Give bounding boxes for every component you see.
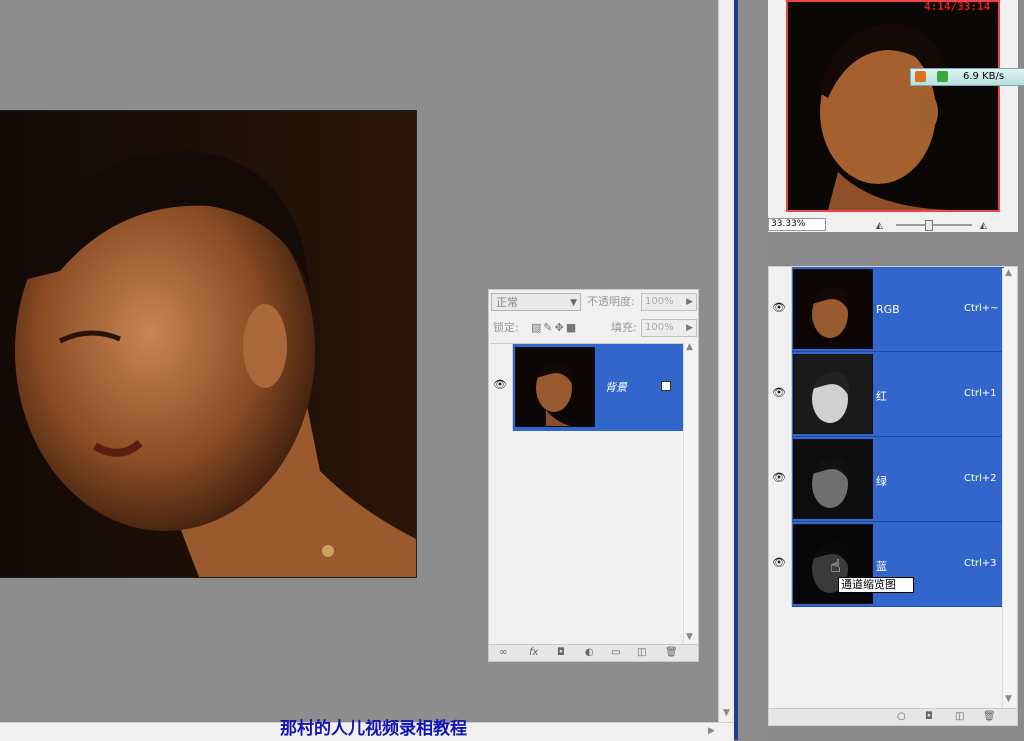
channel-row-red[interactable]: 👁 红 Ctrl+1 [769, 352, 1004, 437]
channel-shortcut: Ctrl+2 [964, 473, 997, 484]
navigator-preview[interactable] [786, 0, 1000, 212]
channel-visibility-toggle[interactable]: 👁 [769, 522, 792, 607]
scroll-right-icon[interactable]: ▶ [708, 726, 715, 736]
channel-visibility-toggle[interactable]: 👁 [769, 352, 792, 437]
tooltip: 通道缩览图 [838, 577, 914, 593]
channel-name: 红 [876, 390, 887, 403]
layer-visibility-toggle[interactable]: 👁 [490, 344, 513, 431]
channel-shortcut: Ctrl+~ [964, 303, 999, 314]
lock-label: 锁定: [493, 321, 519, 334]
fill-field[interactable]: 100% ▶ [641, 319, 697, 337]
channel-selected[interactable]: 绿 Ctrl+2 [792, 437, 1004, 522]
eye-icon[interactable]: 👁 [772, 471, 786, 484]
net-speed-widget: 6.9 KB/s [910, 68, 1024, 86]
layers-panel: 正常 ▼ 不透明度: 100% ▶ 锁定: ▧✎✥■ 填充: 100% ▶ 👁 背景 … [488, 289, 699, 662]
channel-name: 绿 [876, 475, 887, 488]
zoom-out-icon[interactable]: ◭ [876, 221, 883, 231]
zoom-field[interactable]: 33.33% [768, 218, 826, 231]
scroll-down-icon[interactable]: ▼ [1005, 694, 1012, 704]
opacity-label: 不透明度: [587, 295, 635, 308]
download-icon [937, 71, 948, 82]
lock-move-icon[interactable]: ✥ [555, 321, 566, 334]
zoom-in-icon[interactable]: ◭ [980, 221, 987, 231]
save-selection-icon[interactable]: ◘ [925, 709, 933, 724]
chevron-right-icon[interactable]: ▶ [686, 294, 693, 310]
lock-paint-icon[interactable]: ✎ [543, 321, 554, 334]
watermark-caption: 那村的人儿视频录相教程 [280, 719, 467, 739]
layer-name: 背景 [605, 381, 627, 394]
hand-cursor-icon: ☝ [830, 556, 841, 577]
opacity-field[interactable]: 100% ▶ [641, 293, 697, 311]
fill-value: 100% [645, 322, 674, 333]
channel-thumbnail[interactable] [793, 354, 873, 434]
lock-icons[interactable]: ▧✎✥■ [531, 319, 578, 337]
layers-scrollbar[interactable]: ▲ ▼ [683, 342, 697, 647]
layer-selected[interactable]: 背景 [513, 344, 685, 431]
channel-row-rgb[interactable]: 👁 RGB Ctrl+~ [769, 267, 1004, 352]
link-icon[interactable]: ∞ [499, 645, 507, 660]
trash-icon[interactable]: 🗑 [665, 645, 678, 660]
load-selection-icon[interactable]: ○ [897, 709, 906, 724]
channels-panel: 👁 RGB Ctrl+~ 👁 红 Ctrl+1 👁 绿 Ctrl+2 👁 蓝 C… [768, 266, 1018, 726]
new-channel-icon[interactable]: ◫ [955, 709, 964, 724]
opacity-value: 100% [645, 296, 674, 307]
channel-selected[interactable]: RGB Ctrl+~ [792, 267, 1004, 352]
scroll-down-icon[interactable]: ▼ [686, 632, 693, 642]
blend-row: 正常 ▼ 不透明度: 100% ▶ [491, 293, 697, 313]
scroll-down-icon[interactable]: ▼ [723, 708, 730, 718]
layer-row[interactable]: 👁 背景 [490, 343, 685, 431]
chevron-down-icon: ▼ [570, 298, 577, 308]
lock-all-icon[interactable]: ■ [566, 321, 578, 334]
scroll-up-icon[interactable]: ▲ [1005, 268, 1012, 278]
navigator-panel: 4:14/33:14 6.9 KB/s 33.33% ◭ ◭ [768, 0, 1024, 232]
channel-selected[interactable]: 红 Ctrl+1 [792, 352, 1004, 437]
zoom-value: 33.33% [771, 219, 806, 229]
channel-row-green[interactable]: 👁 绿 Ctrl+2 [769, 437, 1004, 522]
channel-visibility-toggle[interactable]: 👁 [769, 267, 792, 352]
eye-icon[interactable]: 👁 [772, 386, 786, 399]
lock-icon [661, 381, 671, 391]
channel-selected[interactable]: 蓝 Ctrl+3 [792, 522, 1004, 607]
layer-thumbnail[interactable] [515, 347, 595, 427]
eye-icon[interactable]: 👁 [772, 556, 786, 569]
channel-thumbnail[interactable] [793, 269, 873, 349]
eye-icon[interactable]: 👁 [772, 301, 786, 314]
folder-icon[interactable]: ▭ [611, 645, 620, 660]
channel-shortcut: Ctrl+1 [964, 388, 997, 399]
eye-icon[interactable]: 👁 [493, 378, 507, 391]
window-divider [734, 0, 768, 740]
canvas-vertical-scrollbar[interactable]: ▼ [718, 0, 735, 722]
zoom-slider[interactable] [896, 224, 972, 226]
trash-icon[interactable]: 🗑 [983, 709, 996, 724]
channels-scrollbar[interactable]: ▲ ▼ [1002, 268, 1016, 708]
document-photo[interactable] [0, 110, 417, 578]
adjustment-icon[interactable]: ◐ [585, 645, 594, 660]
fill-label: 填充: [611, 321, 637, 334]
channel-visibility-toggle[interactable]: 👁 [769, 437, 792, 522]
playback-timer: 4:14/33:14 [924, 0, 991, 13]
channel-name: 蓝 [876, 560, 887, 573]
scroll-up-icon[interactable]: ▲ [686, 342, 693, 352]
channel-shortcut: Ctrl+3 [964, 558, 997, 569]
channel-thumbnail[interactable] [793, 439, 873, 519]
channels-footer: ○ ◘ ◫ 🗑 [769, 708, 1017, 725]
blend-mode-value: 正常 [496, 296, 518, 309]
channel-row-blue[interactable]: 👁 蓝 Ctrl+3 [769, 522, 1004, 607]
zoom-slider-handle[interactable] [925, 220, 933, 231]
layers-footer: ∞ fx ◘ ◐ ▭ ◫ 🗑 [489, 644, 698, 661]
new-layer-icon[interactable]: ◫ [637, 645, 646, 660]
mask-icon[interactable]: ◘ [557, 645, 565, 660]
net-speed-value: 6.9 KB/s [963, 71, 1005, 82]
lock-row: 锁定: ▧✎✥■ 填充: 100% ▶ [491, 319, 697, 339]
fx-icon[interactable]: fx [529, 645, 538, 660]
chevron-right-icon[interactable]: ▶ [686, 320, 693, 336]
lock-transparency-icon[interactable]: ▧ [531, 321, 543, 334]
blend-mode-select[interactable]: 正常 ▼ [491, 293, 581, 311]
upload-icon [915, 71, 926, 82]
channel-name: RGB [876, 303, 900, 316]
